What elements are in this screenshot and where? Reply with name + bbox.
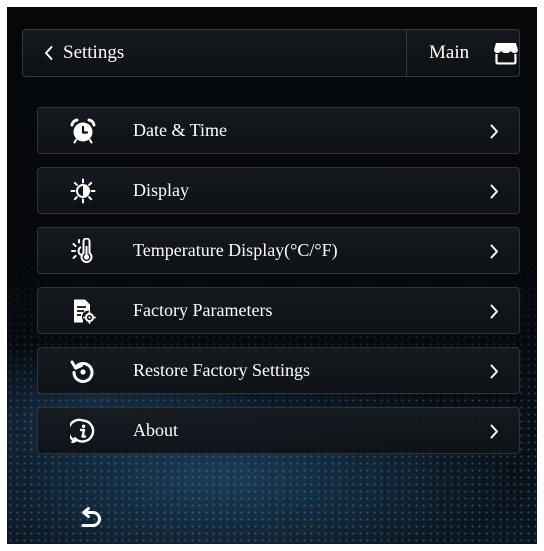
settings-screen: Settings Main Date & Time Display Temper… [7,7,537,544]
brightness-icon [70,178,96,204]
page-title: Settings [63,42,125,63]
main-label: Main [429,42,470,63]
menu-item-date-time[interactable]: Date & Time [37,107,520,154]
menu-item-label: Date & Time [133,120,228,140]
menu-item-label: Display [133,180,189,200]
main-button[interactable]: Main [406,30,519,76]
alarm-clock-icon [70,118,96,144]
return-arrow-icon [81,507,101,527]
menu-item-label: About [133,420,178,440]
menu-item-factory-parameters[interactable]: Factory Parameters [37,287,520,334]
header-bar: Settings Main [22,29,520,77]
back-button[interactable]: Settings [23,30,163,76]
chevron-right-icon [490,424,498,439]
chevron-right-icon [490,364,498,379]
chevron-right-icon [490,184,498,199]
chevron-right-icon [490,244,498,259]
chevron-left-icon [45,46,53,60]
info-icon [70,418,95,444]
chevron-right-icon [490,124,498,139]
menu-item-temperature-display[interactable]: Temperature Display(°C/°F) [37,227,520,274]
document-gear-icon [74,299,96,324]
menu-item-label: Temperature Display(°C/°F) [133,240,338,260]
restore-icon [70,360,94,383]
thermometer-icon [71,238,93,263]
menu-item-label: Factory Parameters [133,300,273,320]
menu-item-label: Restore Factory Settings [133,360,310,380]
chevron-right-icon [490,304,498,319]
menu-item-restore-factory-settings[interactable]: Restore Factory Settings [37,347,520,394]
menu-item-display[interactable]: Display [37,167,520,214]
store-icon [494,43,519,65]
menu-item-about[interactable]: About [37,407,520,454]
return-button[interactable] [77,507,105,533]
